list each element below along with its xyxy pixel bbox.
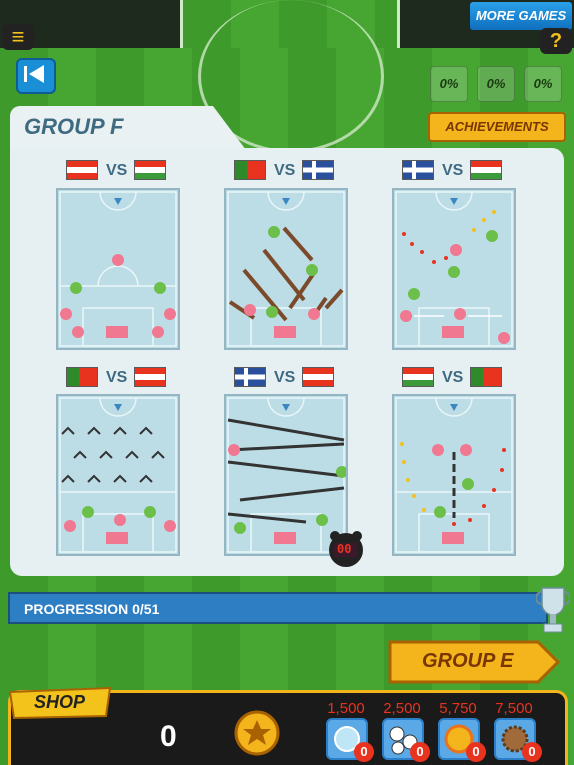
- flag-austria-icon: [134, 367, 166, 387]
- group-title: GROUP F: [24, 114, 124, 139]
- more-games-button[interactable]: MORE GAMES: [470, 2, 572, 30]
- hamburger-icon: ≡: [11, 24, 25, 49]
- level-map-2: [227, 191, 345, 347]
- timer-value: 00: [337, 542, 352, 556]
- level-thumbnail-3[interactable]: [392, 188, 516, 350]
- item-count-3: 0: [466, 742, 486, 762]
- level-thumbnail-2[interactable]: [224, 188, 348, 350]
- next-group-label: GROUP E: [422, 650, 514, 672]
- item-price-1: 1,500: [327, 700, 365, 717]
- flag-iceland-icon: [302, 160, 334, 180]
- progression-label: PROGRESSION 0/51: [24, 601, 160, 617]
- menu-button[interactable]: ≡: [2, 24, 34, 50]
- percent-badge-1: 0%: [430, 66, 468, 102]
- flag-hungary-icon: [470, 160, 502, 180]
- item-count-1: 0: [354, 742, 374, 762]
- level-map-4: [59, 397, 177, 553]
- flag-portugal-icon: [234, 160, 266, 180]
- flag-portugal-icon: [66, 367, 98, 387]
- alarm-clock-icon: 00: [326, 528, 366, 568]
- item-price-3: 5,750: [439, 700, 477, 717]
- star-coin-icon: [234, 710, 280, 756]
- item-count-2: 0: [410, 742, 430, 762]
- vs-label: VS: [274, 162, 296, 179]
- item-count-4: 0: [522, 742, 542, 762]
- vs-label: VS: [442, 369, 464, 386]
- shop-label: SHOP: [34, 692, 86, 712]
- flag-austria-icon: [302, 367, 334, 387]
- item-price-4: 7,500: [495, 700, 533, 717]
- back-arrow-icon: [24, 65, 44, 83]
- vs-label: VS: [106, 162, 128, 179]
- level-thumbnail-1[interactable]: [56, 188, 180, 350]
- vs-label: VS: [274, 369, 296, 386]
- next-group-button[interactable]: GROUP E: [388, 640, 561, 684]
- achievements-button[interactable]: ACHIEVEMENTS: [428, 112, 566, 142]
- percent-badge-3: 0%: [524, 66, 562, 102]
- item-price-2: 2,500: [383, 700, 421, 717]
- trophy-icon: [535, 584, 571, 636]
- flag-iceland-icon: [234, 367, 266, 387]
- back-button[interactable]: [16, 58, 56, 94]
- percent-badge-2: 0%: [477, 66, 515, 102]
- flag-hungary-icon: [134, 160, 166, 180]
- flag-iceland-icon: [402, 160, 434, 180]
- coin-count: 0: [160, 720, 177, 753]
- vs-label: VS: [106, 369, 128, 386]
- progression-bar: PROGRESSION 0/51: [8, 592, 548, 624]
- flag-austria-icon: [66, 160, 98, 180]
- flag-portugal-icon: [470, 367, 502, 387]
- flag-hungary-icon: [402, 367, 434, 387]
- help-button[interactable]: ?: [540, 28, 572, 54]
- level-thumbnail-6[interactable]: [392, 394, 516, 556]
- shop-button[interactable]: SHOP: [6, 686, 114, 720]
- level-map-1: [59, 191, 177, 347]
- vs-label: VS: [442, 162, 464, 179]
- level-map-3: [395, 191, 513, 347]
- level-map-6: [395, 397, 513, 553]
- level-thumbnail-4[interactable]: [56, 394, 180, 556]
